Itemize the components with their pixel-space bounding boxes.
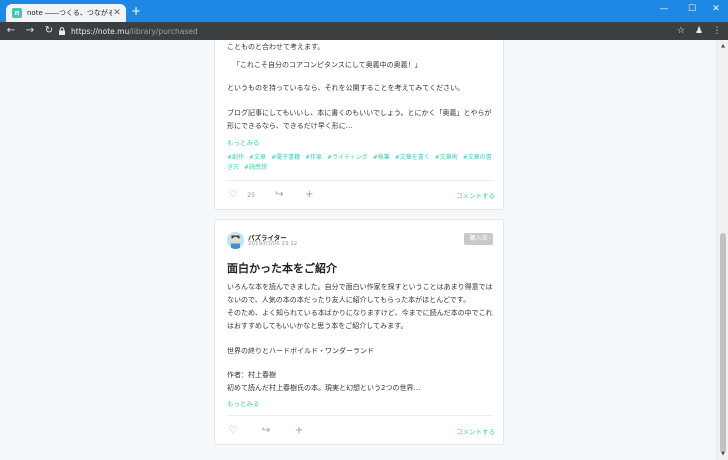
article-actions: ♡ 25 ↪ + コメントする [227,187,495,203]
page-content: ことものと合わせて考えます。 「これこそ自分のコアコンピタンスにして奥義中の奥義… [0,40,716,460]
plus-icon[interactable]: + [303,189,315,201]
divider [227,180,493,181]
kebab-menu-icon[interactable]: ⋮ [710,24,724,38]
hashtag[interactable]: #文章術 [435,154,458,161]
article-text-line: ことものと合わせて考えます。 [227,43,325,51]
lock-icon [59,27,65,35]
extension-icon[interactable]: ♟ [692,24,706,38]
article-text-line: ブログ記事にしてもいいし、本に書くのもいいでしょう。とにかく「奥義」とやらが [227,109,492,117]
bookmark-star-icon[interactable]: ☆ [674,24,688,38]
article-card: ことものと合わせて考えます。 「これこそ自分のコアコンピタンスにして奥義中の奥義… [214,40,504,210]
hashtag[interactable]: #文章 [249,154,266,161]
purchased-badge: 購入済 [464,233,493,245]
share-icon[interactable]: ↪ [273,189,285,201]
read-more-link[interactable]: もっとみる [227,398,260,408]
avatar-illustration-icon [227,232,244,249]
close-tab-icon[interactable]: ✕ [112,8,122,18]
post-date: 2019/03/06 23:12 [248,241,298,247]
scroll-up-icon[interactable]: ▲ [719,42,727,50]
share-icon[interactable]: ↪ [260,425,272,437]
browser-titlebar: n note ――つくる、つながる、とどける。 ✕ + — ☐ ✕ [0,0,728,22]
scroll-down-icon[interactable]: ▼ [719,450,727,458]
minimize-icon[interactable]: — [655,2,673,16]
maximize-icon[interactable]: ☐ [683,2,701,16]
book-description: 初めて読んだ村上春樹氏の本。現実と幻想という2つの世界… [227,384,421,392]
hashtag[interactable]: #創作 [227,154,244,161]
browser-tab[interactable]: n note ――つくる、つながる、とどける。 ✕ [6,4,126,22]
article-actions: ♡ ↪ + コメントする [227,423,495,439]
hashtag[interactable]: #作家 [305,154,322,161]
address-bar[interactable]: https://note.mu/library/purchased [58,24,668,38]
read-more-link[interactable]: もっとみる [227,137,260,147]
tab-title: note ――つくる、つながる、とどける。 [27,9,112,17]
book-title: 世界の終りとハードボイルド・ワンダーランド [227,347,374,355]
article-title[interactable]: 面白かった本をご紹介 [227,260,337,276]
back-arrow-icon[interactable]: ← [3,23,19,39]
hashtag[interactable]: #執筆 [373,154,390,161]
book-author: 作者：村上春樹 [227,371,276,379]
article-text-line: ないので、人気の本の本だったり友人に紹介してもらった本がほとんどです。 [227,296,471,304]
heart-icon[interactable]: ♡ [227,189,239,201]
note-favicon-icon: n [12,8,22,18]
url-path: /library/purchased [129,26,198,36]
hashtag[interactable]: #電子書籍 [271,154,300,161]
article-text-line: いろんな本を読んできました。自分で面白い作家を探すということはあまり得意では [227,283,493,291]
comment-link[interactable]: コメントする [456,190,495,200]
close-window-icon[interactable]: ✕ [707,2,725,16]
hashtag[interactable]: #ライティング [327,154,368,161]
article-quote: 「これこそ自分のコアコンピタンスにして奥義中の奥義！」 [233,61,422,69]
new-tab-plus-icon[interactable]: + [130,5,142,17]
hashtag-list: #創作 #文章 #電子書籍 #作家 #ライティング #執筆 #文章を書く #文章術 #文章の書き… [227,153,495,173]
article-card: パズライター 2019/03/06 23:12 購入済 面白かった本をご紹介 い… [214,219,504,445]
reload-icon[interactable]: ↻ [41,23,57,39]
avatar[interactable] [227,232,244,249]
comment-link[interactable]: コメントする [456,426,495,436]
forward-arrow-icon[interactable]: → [22,23,38,39]
article-text-line: そのため、よく知られている本ばかりになりますけど、今までに読んだ本の中でこれ [227,309,493,317]
article-text-line: はおすすめしてもいいかなと思う本をご紹介してみます。 [227,322,408,330]
page-scrollbar[interactable]: ▲ ▼ [716,40,728,460]
hashtag[interactable]: #文章を書く [395,154,430,161]
plus-icon[interactable]: + [293,425,305,437]
article-text-line: 形にできるなら、できるだけ早く形に… [227,122,353,130]
hashtag[interactable]: #読感想 [244,164,267,171]
browser-toolbar: ← → ↻ https://note.mu/library/purchased … [0,22,728,40]
scroll-thumb[interactable] [720,233,726,453]
heart-icon[interactable]: ♡ [227,425,239,437]
divider [227,415,493,416]
url-host: https://note.mu [71,26,130,36]
article-text-line: というものを持っているなら、それを公開することを考えてみてください。 [227,84,465,92]
like-count: 25 [247,191,256,199]
